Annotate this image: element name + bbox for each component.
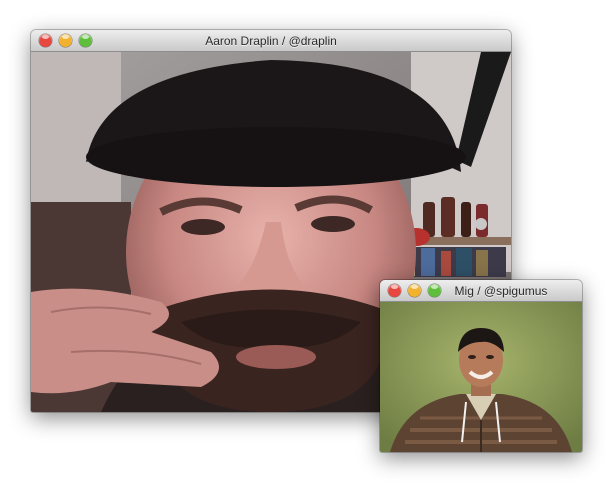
pip-window-title: Mig / @spigumus [454,284,548,298]
main-window-titlebar[interactable]: Aaron Draplin / @draplin [31,30,511,52]
pip-video-window[interactable]: Mig / @spigumus [380,280,582,452]
video-feed-image-spigumus [380,302,582,452]
pip-video-feed [380,302,582,452]
pip-window-titlebar[interactable]: Mig / @spigumus [380,280,582,302]
main-window-title: Aaron Draplin / @draplin [205,34,337,48]
